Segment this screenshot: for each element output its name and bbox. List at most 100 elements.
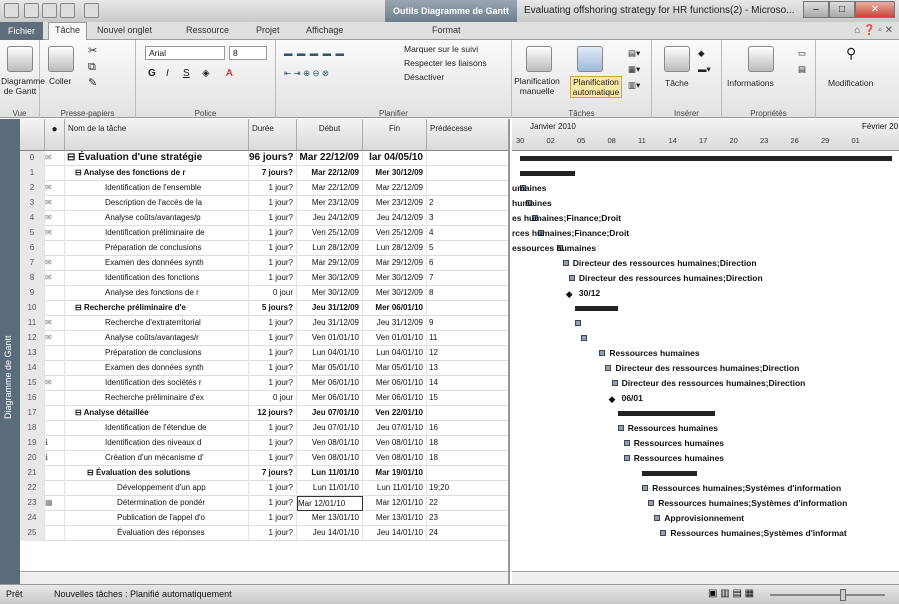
cut-icon[interactable]: ✂ bbox=[88, 46, 97, 57]
task-name[interactable]: Analyse coûts/avantages/r bbox=[65, 331, 249, 346]
inactivate-button[interactable]: Désactiver bbox=[404, 72, 444, 82]
row-number[interactable]: 13 bbox=[20, 346, 45, 361]
row-number[interactable]: 9 bbox=[20, 286, 45, 301]
task-name[interactable]: Identification des sociétés r bbox=[65, 376, 249, 391]
row-number[interactable]: 5 bbox=[20, 226, 45, 241]
task-finish[interactable]: Ven 25/12/09 bbox=[363, 226, 427, 241]
pin-icon[interactable] bbox=[526, 46, 552, 72]
task-duration[interactable]: 1 jour? bbox=[249, 526, 297, 541]
task-name[interactable]: Analyse des fonctions de r bbox=[65, 286, 249, 301]
milestone-marker[interactable]: ◆ bbox=[566, 289, 573, 300]
table-row[interactable]: 12 ✉ Analyse coûts/avantages/r 1 jour? Ven 0… bbox=[20, 331, 508, 346]
task-bar[interactable] bbox=[642, 485, 649, 491]
task-start[interactable]: Ven 08/01/10 bbox=[297, 436, 363, 451]
task-start[interactable]: Mer 06/01/10 bbox=[297, 376, 363, 391]
row-number[interactable]: 21 bbox=[20, 466, 45, 481]
font-size-select[interactable]: 8 bbox=[229, 46, 267, 60]
task-predecessors[interactable]: 9 bbox=[427, 316, 508, 331]
task-duration[interactable]: 0 jour bbox=[249, 391, 297, 406]
information-button[interactable]: Informations bbox=[727, 78, 774, 88]
summary-bar[interactable] bbox=[642, 471, 697, 476]
close-button[interactable]: ✕ bbox=[855, 1, 895, 18]
task-start[interactable]: Jeu 31/12/09 bbox=[297, 316, 363, 331]
deliverable-icon[interactable]: ▬▾ bbox=[698, 64, 711, 74]
task-bar[interactable] bbox=[654, 515, 661, 521]
row-number[interactable]: 2 bbox=[20, 181, 45, 196]
row-number[interactable]: 10 bbox=[20, 301, 45, 316]
task-bar[interactable] bbox=[660, 530, 667, 536]
gantt-view-button[interactable]: Diagramme de Gantt bbox=[1, 76, 45, 96]
task-name[interactable]: Identification des niveaux d bbox=[65, 436, 249, 451]
task-name[interactable]: ⊟ Analyse des fonctions de r bbox=[65, 166, 249, 181]
chart-horizontal-scrollbar[interactable] bbox=[512, 571, 899, 584]
task-insert-button[interactable]: Tâche bbox=[665, 78, 689, 88]
details-icon[interactable]: ▤ bbox=[798, 64, 806, 74]
table-horizontal-scrollbar[interactable] bbox=[20, 571, 508, 584]
task-start[interactable]: Ven 25/12/09 bbox=[297, 226, 363, 241]
row-number[interactable]: 11 bbox=[20, 316, 45, 331]
manual-schedule-button[interactable]: Planification manuelle bbox=[514, 76, 560, 96]
save-icon[interactable] bbox=[24, 3, 39, 18]
row-number[interactable]: 3 bbox=[20, 196, 45, 211]
task-finish[interactable]: Jeu 07/01/10 bbox=[363, 421, 427, 436]
row-number[interactable]: 1 bbox=[20, 166, 45, 181]
tab-tache[interactable]: Tâche bbox=[48, 22, 88, 41]
task-duration[interactable]: 0 jour bbox=[249, 286, 297, 301]
gantt-chart-icon[interactable] bbox=[7, 46, 33, 72]
summary-bar[interactable] bbox=[617, 411, 716, 416]
task-name[interactable]: Description de l'accès de la bbox=[65, 196, 249, 211]
task-name[interactable]: Identification préliminaire de bbox=[65, 226, 249, 241]
task-predecessors[interactable]: 23 bbox=[427, 511, 508, 526]
task-start[interactable]: Ven 08/01/10 bbox=[297, 451, 363, 466]
task-finish[interactable]: Mar 05/01/10 bbox=[363, 361, 427, 376]
task-start[interactable]: Lun 11/01/10 bbox=[297, 481, 363, 496]
table-row[interactable]: 5 ✉ Identification préliminaire de 1 jour? V… bbox=[20, 226, 508, 241]
task-predecessors[interactable]: 24 bbox=[427, 526, 508, 541]
task-finish[interactable]: Lun 11/01/10 bbox=[363, 481, 427, 496]
column-header-duration[interactable]: Durée bbox=[249, 119, 297, 151]
task-duration[interactable]: 1 jour? bbox=[249, 181, 297, 196]
task-name[interactable]: Identification des fonctions bbox=[65, 271, 249, 286]
row-number[interactable]: 14 bbox=[20, 361, 45, 376]
task-predecessors[interactable]: 15 bbox=[427, 391, 508, 406]
task-finish[interactable]: Jeu 24/12/09 bbox=[363, 211, 427, 226]
task-start[interactable]: Mar 29/12/09 bbox=[297, 256, 363, 271]
task-duration[interactable]: 7 jours? bbox=[249, 166, 297, 181]
task-bar[interactable] bbox=[605, 365, 612, 371]
paste-icon[interactable] bbox=[48, 46, 74, 72]
task-name[interactable]: Détermination de pondér bbox=[65, 496, 249, 511]
task-duration[interactable]: 1 jour? bbox=[249, 271, 297, 286]
task-predecessors[interactable] bbox=[427, 181, 508, 196]
task-predecessors[interactable] bbox=[427, 466, 508, 481]
respect-links-button[interactable]: Respecter les liaisons bbox=[404, 58, 487, 68]
task-start[interactable]: Jeu 07/01/10 bbox=[297, 421, 363, 436]
copy-icon[interactable]: ⧉ bbox=[88, 62, 96, 73]
format-painter-icon[interactable]: ✎ bbox=[88, 78, 97, 89]
tab-format[interactable]: Format bbox=[432, 25, 461, 35]
row-number[interactable]: 22 bbox=[20, 481, 45, 496]
table-row[interactable]: 24 Publication de l'appel d'o 1 jour? Mer 1… bbox=[20, 511, 508, 526]
task-start[interactable]: Mar 22/12/09 bbox=[297, 166, 363, 181]
task-predecessors[interactable]: 22 bbox=[427, 496, 508, 511]
task-name[interactable]: Préparation de conclusions bbox=[65, 241, 249, 256]
task-predecessors[interactable]: 18 bbox=[427, 436, 508, 451]
table-row[interactable]: 22 Développement d'un app 1 jour? Lun 11/01… bbox=[20, 481, 508, 496]
task-duration[interactable]: 1 jour? bbox=[249, 196, 297, 211]
task-start[interactable]: Mer 30/12/09 bbox=[297, 271, 363, 286]
table-row[interactable]: 3 ✉ Description de l'accès de la 1 jour? Mer… bbox=[20, 196, 508, 211]
collapse-toggle-icon[interactable]: ⊟ bbox=[87, 468, 96, 477]
task-finish[interactable]: Ven 08/01/10 bbox=[363, 436, 427, 451]
task-bar[interactable] bbox=[623, 455, 630, 461]
column-header-predecessors[interactable]: Prédécesse bbox=[427, 119, 508, 151]
zoom-slider-thumb[interactable] bbox=[840, 589, 846, 601]
task-duration[interactable]: 12 jours? bbox=[249, 406, 297, 421]
task-predecessors[interactable]: 5 bbox=[427, 241, 508, 256]
auto-schedule-icon[interactable] bbox=[577, 46, 603, 72]
table-row[interactable]: 9 Analyse des fonctions de r0 jour Mer 30/… bbox=[20, 286, 508, 301]
table-row[interactable]: 11 ✉ Recherche d'extraterritorial 1 jour? Je… bbox=[20, 316, 508, 331]
task-duration[interactable]: 1 jour? bbox=[249, 211, 297, 226]
table-row[interactable]: 8 ✉ Identification des fonctions 1 jour? Mer… bbox=[20, 271, 508, 286]
task-name[interactable]: Examen des données synth bbox=[65, 256, 249, 271]
table-row[interactable]: 21 ⊟ Évaluation des solutions 7 jours? Lun … bbox=[20, 466, 508, 481]
task-bar[interactable] bbox=[648, 500, 655, 506]
